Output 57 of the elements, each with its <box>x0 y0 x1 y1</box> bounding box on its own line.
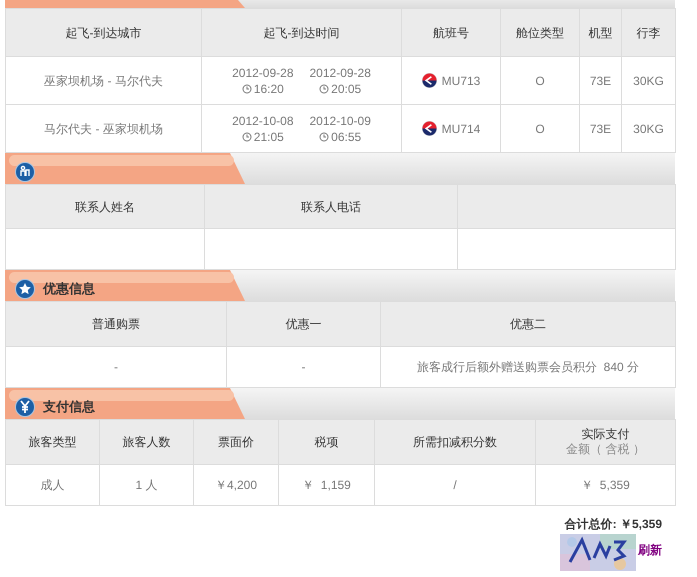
table-cell: ￥ 1,159 <box>278 464 374 506</box>
table-cell: O <box>500 56 580 104</box>
date-text: 2012-09-28 <box>232 64 294 80</box>
table-cell: 成人 <box>6 464 100 506</box>
column-header: 普通购票 <box>6 302 226 346</box>
column-header: 票面价 <box>218 435 254 449</box>
column-header: 所需扣减积分数 <box>413 435 497 449</box>
airline-logo-icon <box>422 73 437 88</box>
column-header: 行李 <box>622 8 676 56</box>
table-cell: 73E <box>580 56 622 104</box>
column-header: 航班号 <box>402 8 500 56</box>
column-header: 税项 <box>314 435 338 449</box>
flight-number: MU713 <box>442 72 480 90</box>
column-header: 联系人姓名 <box>6 184 204 228</box>
table-cell: 巫家坝机场 - 马尔代夫 <box>6 56 202 104</box>
column-header: 联系人电话 <box>204 184 458 228</box>
table-cell: 旅客成行后额外赠送购票会员积分 840 分 <box>380 346 676 388</box>
table-cell: ￥4,200 <box>194 464 278 506</box>
table-cell: O <box>500 104 580 152</box>
table-cell: 30KG <box>622 104 676 152</box>
table-cell: / <box>374 464 536 506</box>
column-header: 舱位类型 <box>500 8 580 56</box>
clock-icon <box>319 84 330 94</box>
airline-logo-icon <box>422 121 437 136</box>
column-subheader: 金额（ 含税 ） <box>566 442 645 457</box>
table-cell: 30KG <box>622 56 676 104</box>
column-header: 旅客人数 <box>122 435 170 449</box>
clock-icon <box>242 84 252 94</box>
table-cell: ￥ 5,359 <box>536 464 676 506</box>
column-header: 旅客类型 <box>28 435 76 449</box>
time-text: 21:05 <box>254 128 284 144</box>
column-header: 起飞-到达时间 <box>202 8 402 56</box>
table-cell: 73E <box>580 104 622 152</box>
time-text: 20:05 <box>331 80 362 96</box>
column-header: 实际支付 <box>582 427 630 442</box>
column-header: 机型 <box>580 8 622 56</box>
date-text: 2012-10-08 <box>232 112 294 128</box>
column-header: 优惠一 <box>226 302 380 346</box>
refresh-link[interactable]: 刷新 <box>638 541 662 571</box>
time-text: 16:20 <box>254 80 284 96</box>
flight-number: MU714 <box>442 120 480 138</box>
yen-icon <box>15 396 35 416</box>
clock-icon <box>319 132 330 142</box>
column-header: 优惠二 <box>380 302 676 346</box>
column-header: 起飞-到达城市 <box>6 8 202 56</box>
people-icon <box>15 162 35 182</box>
section-title: 优惠信息 <box>43 280 95 298</box>
time-text: 06:55 <box>331 128 362 144</box>
table-cell: - <box>6 346 226 388</box>
table-cell: 1 人 <box>100 464 194 506</box>
table-cell: 马尔代夫 - 巫家坝机场 <box>6 104 202 152</box>
section-title: 支付信息 <box>43 398 95 416</box>
clock-icon <box>242 132 252 142</box>
date-text: 2012-10-09 <box>310 112 371 128</box>
date-text: 2012-09-28 <box>310 64 371 80</box>
total-price: 合计总价: ￥5,359 <box>564 516 662 533</box>
table-cell: - <box>226 346 380 388</box>
